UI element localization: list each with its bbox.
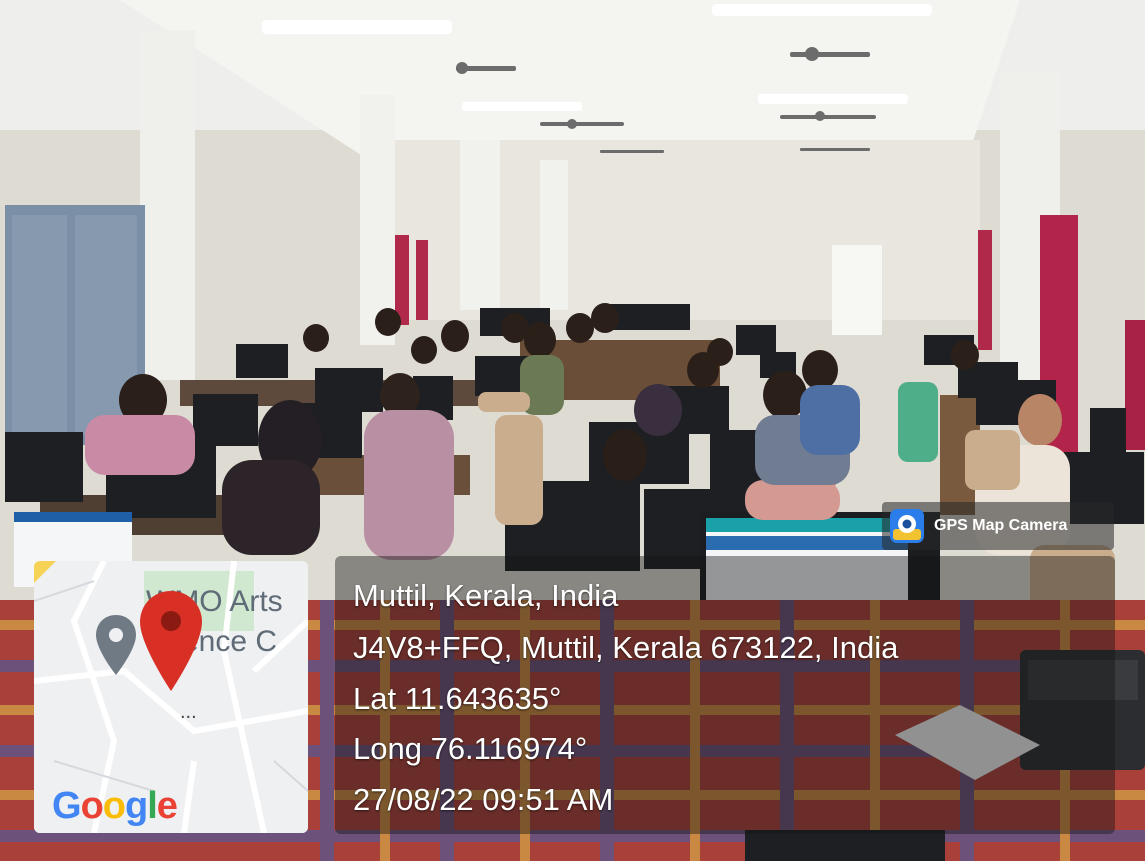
location-pin-icon [140, 591, 202, 691]
map-thumbnail: WMO Arts ence C ... Google [34, 561, 308, 833]
map-camera-icon [890, 509, 924, 543]
app-name: GPS Map Camera [934, 517, 1068, 534]
place-name: Muttil, Kerala, India [353, 578, 619, 613]
google-logo: Google [52, 785, 178, 827]
address: J4V8+FFQ, Muttil, Kerala 673122, India [353, 630, 899, 665]
longitude: Long 76.116974° [353, 731, 588, 766]
secondary-pin-icon [96, 615, 136, 675]
latitude: Lat 11.643635° [353, 681, 562, 716]
location-info-panel: Muttil, Kerala, India J4V8+FFQ, Muttil, … [335, 556, 1115, 834]
map-more: ... [180, 701, 197, 723]
gps-app-badge: GPS Map Camera [882, 502, 1114, 550]
date-time: 27/08/22 09:51 AM [353, 782, 614, 817]
